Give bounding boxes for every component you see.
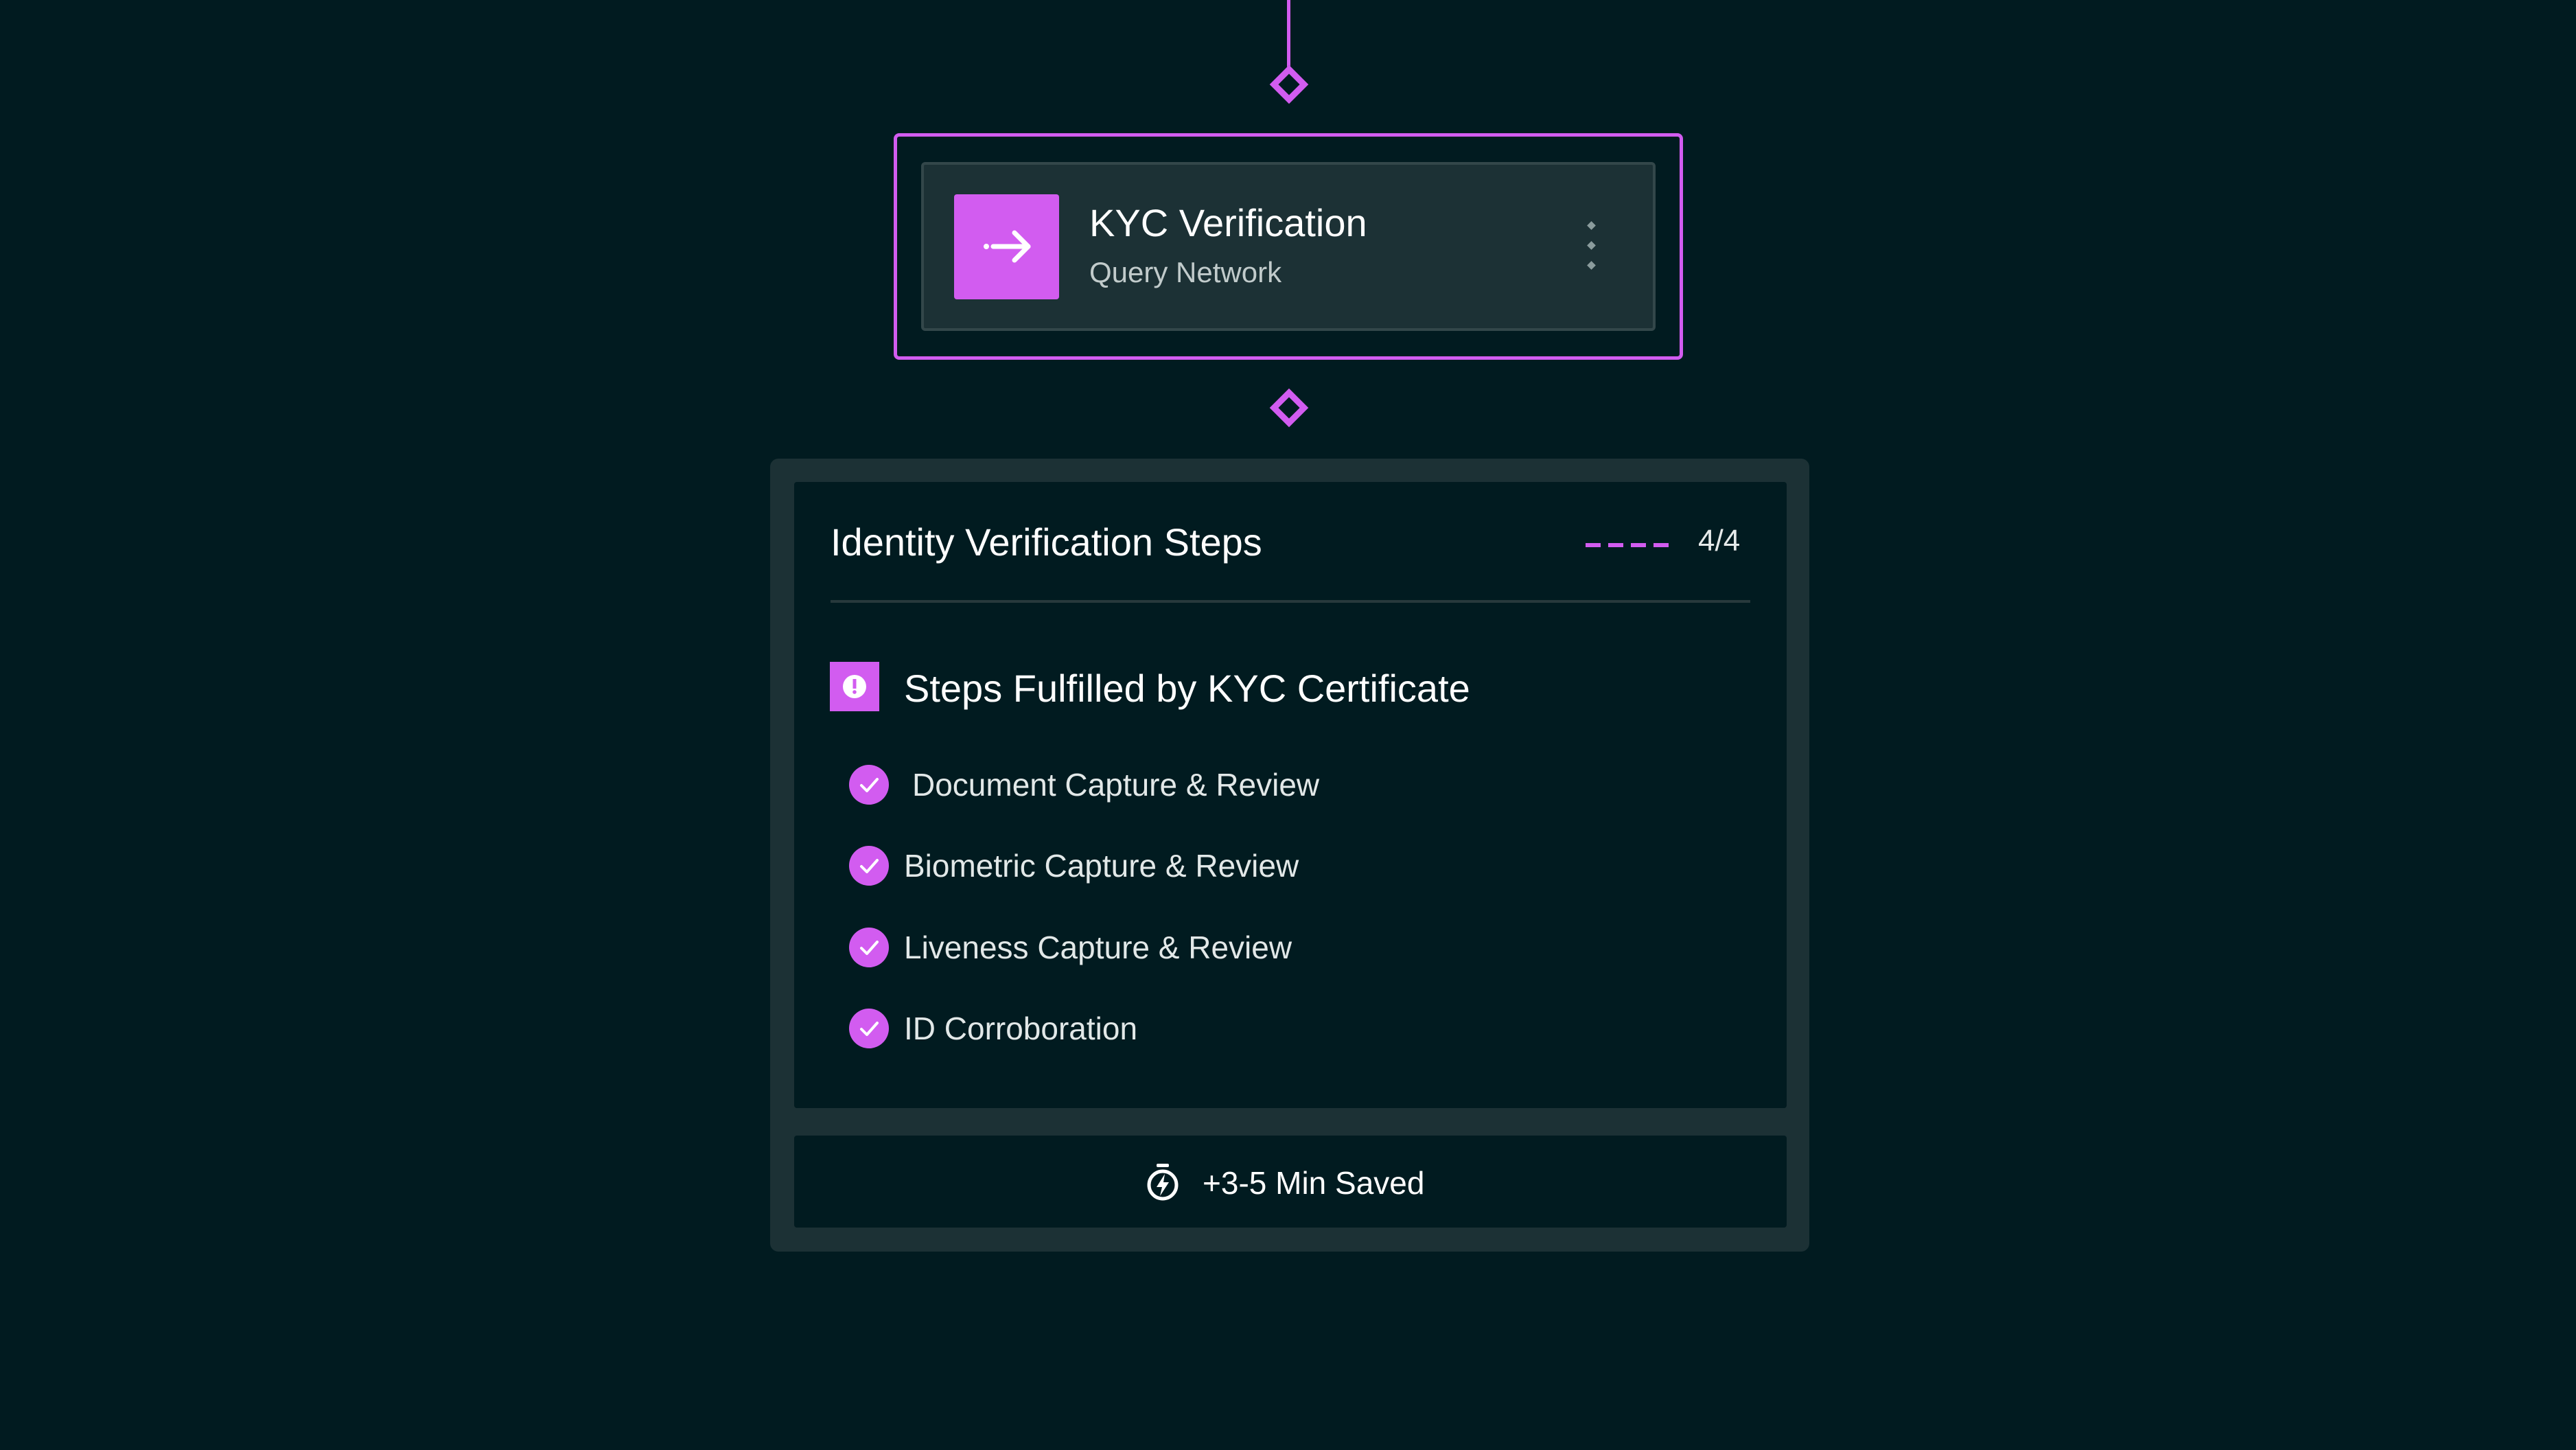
node-input-port[interactable] (1269, 65, 1309, 104)
step-label-id-corroboration: ID Corroboration (904, 1011, 1138, 1046)
more-vertical-icon[interactable] (1579, 218, 1606, 273)
step-label-liveness: Liveness Capture & Review (904, 930, 1292, 965)
step-label-document: Document Capture & Review (912, 767, 1320, 803)
check-circle-icon (849, 1009, 889, 1048)
arrow-right-icon (954, 194, 1059, 299)
node-subtitle: Query Network (1089, 256, 1282, 288)
divider (831, 600, 1750, 603)
node-title: KYC Verification (1089, 201, 1367, 244)
step-label-biometric: Biometric Capture & Review (904, 848, 1299, 884)
check-circle-icon (849, 846, 889, 886)
connector-line (1287, 0, 1290, 72)
check-circle-icon (849, 765, 889, 805)
stopwatch-icon (1145, 1162, 1181, 1202)
panel-title: Identity Verification Steps (831, 520, 1262, 564)
time-saved-label: +3-5 Min Saved (1203, 1165, 1425, 1201)
progress-count: 4/4 (1698, 524, 1741, 557)
certificate-title: Steps Fulfilled by KYC Certificate (904, 667, 1470, 710)
progress-indicator (1586, 538, 1669, 547)
alert-icon (830, 662, 879, 711)
node-output-port[interactable] (1269, 388, 1309, 428)
check-circle-icon (849, 928, 889, 967)
